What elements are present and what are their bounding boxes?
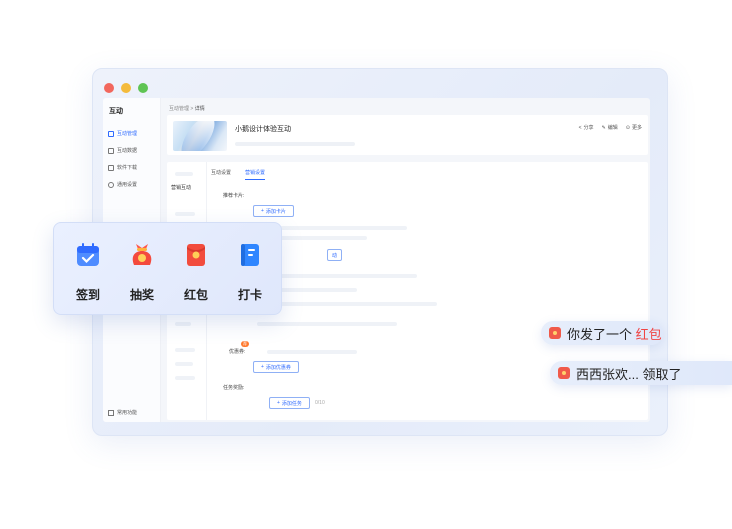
bubble-sent-text: 你发了一个 红包: [567, 326, 662, 342]
tool-punch-label: 打卡: [237, 288, 262, 302]
bubble-received-text: 西西张欢... 领取了: [576, 366, 682, 382]
nav-skeleton: [175, 348, 195, 352]
lucky-bag-icon: [132, 244, 152, 265]
page-title: 小鹅设计体验互动: [235, 126, 291, 133]
message-bubble-received: 西西张欢... 领取了: [550, 361, 732, 385]
tool-lottery-label: 抽奖: [129, 288, 154, 302]
form-skeleton: [257, 302, 437, 306]
sidebar-item-interaction-management[interactable]: 互动管理: [108, 130, 137, 137]
form-skeleton: [267, 350, 357, 354]
calendar-check-icon: [77, 243, 99, 266]
breadcrumb-current: 详情: [194, 106, 205, 112]
tool-lottery[interactable]: 抽奖: [124, 241, 160, 303]
header-card: 小鹅设计体验互动 < 分享 ✎ 编辑 ⊙ 更多: [167, 115, 648, 155]
breadcrumb: 互动管理 > 详情: [169, 105, 205, 112]
tool-red-envelope-label: 红包: [183, 288, 208, 302]
close-window-button[interactable]: [104, 83, 114, 93]
recommend-card-label: 推荐卡片:: [223, 193, 245, 199]
nav-skeleton: [175, 172, 193, 176]
sidebar-common-functions[interactable]: 常用功能: [108, 409, 137, 416]
more-button[interactable]: ⊙ 更多: [625, 124, 642, 132]
menu-icon: [108, 409, 114, 416]
chart-icon: [108, 147, 114, 154]
coupon-label: 优惠券:: [229, 349, 246, 355]
plus-icon: +: [261, 208, 264, 214]
tool-punch[interactable]: 打卡: [232, 241, 268, 303]
nav-skeleton: [175, 322, 191, 326]
add-button-partial[interactable]: 动: [327, 249, 343, 261]
add-task-button[interactable]: + 添加任务: [269, 397, 310, 409]
nav-skeleton: [175, 212, 195, 216]
subtitle-placeholder: [235, 142, 355, 146]
tab-interaction-settings[interactable]: 互动设置: [211, 169, 231, 180]
notebook-icon: [241, 244, 259, 266]
share-button[interactable]: < 分享: [578, 124, 594, 132]
pencil-icon: ✎: [601, 124, 606, 131]
tab-bar: 互动设置 营销设置: [211, 169, 266, 180]
tab-marketing-settings[interactable]: 营销设置: [245, 169, 266, 180]
sidebar-item-software-download[interactable]: 软件下载: [108, 164, 137, 171]
header-actions: < 分享 ✎ 编辑 ⊙ 更多: [578, 124, 642, 132]
red-envelope-icon: [558, 367, 570, 379]
cover-thumbnail: [173, 121, 227, 151]
grid-icon: [108, 130, 114, 137]
sidebar-title: 互动: [109, 108, 123, 115]
plus-icon: +: [261, 364, 264, 370]
tool-checkin[interactable]: 签到: [70, 241, 106, 303]
coupon-badge: 荐: [241, 341, 249, 347]
sidebar-item-general-settings[interactable]: 通用设置: [108, 181, 137, 188]
add-coupon-button[interactable]: + 添加优惠券: [253, 361, 299, 373]
edit-button[interactable]: ✎ 编辑: [601, 124, 618, 132]
maximize-window-button[interactable]: [138, 83, 148, 93]
task-reward-label: 任务奖励:: [223, 385, 245, 391]
tool-red-envelope[interactable]: 红包: [178, 241, 214, 303]
red-envelope-icon: [187, 244, 205, 266]
message-bubble-sent: 你发了一个 红包: [541, 321, 663, 345]
form-skeleton: [257, 322, 397, 326]
more-icon: ⊙: [625, 124, 630, 131]
red-envelope-icon: [549, 327, 561, 339]
tool-checkin-label: 签到: [75, 288, 100, 302]
plus-icon: +: [277, 400, 280, 406]
nav-skeleton: [175, 362, 193, 366]
sidebar-item-interaction-data[interactable]: 互动数据: [108, 147, 137, 154]
breadcrumb-separator: >: [190, 106, 194, 112]
share-icon: <: [578, 124, 582, 131]
minimize-window-button[interactable]: [121, 83, 131, 93]
nav-skeleton: [175, 376, 195, 380]
breadcrumb-parent[interactable]: 互动管理: [169, 106, 189, 112]
gear-icon: [108, 181, 114, 188]
left-nav-active-item[interactable]: 营销互动: [171, 184, 191, 191]
download-icon: [108, 164, 114, 171]
task-count: 0/10: [315, 400, 325, 406]
interaction-tool-panel: 签到 抽奖 红包 打卡: [53, 222, 282, 315]
add-card-button[interactable]: + 添加卡片: [253, 205, 294, 217]
